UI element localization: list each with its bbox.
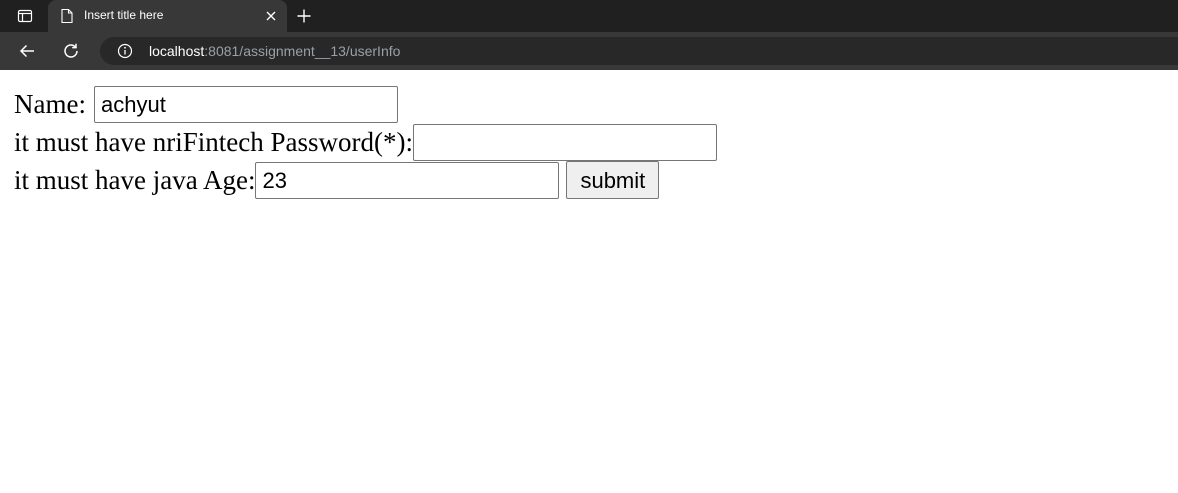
plus-icon[interactable] — [294, 6, 314, 26]
url-text: localhost:8081/assignment__13/userInfo — [149, 43, 400, 59]
password-label: it must have nriFintech Password(*): — [14, 126, 413, 157]
url-host: localhost — [149, 43, 205, 59]
password-row: it must have nriFintech Password(*): — [14, 123, 1178, 161]
back-arrow-icon[interactable] — [17, 41, 37, 61]
password-input[interactable] — [412, 123, 717, 161]
reload-icon[interactable] — [61, 41, 81, 61]
tab-actions-icon[interactable] — [8, 0, 42, 32]
browser-tab-active[interactable]: Insert title here — [48, 0, 287, 32]
age-row: it must have java Age: 23 submit — [14, 161, 1178, 199]
tab-title: Insert title here — [84, 8, 164, 22]
name-input[interactable]: achyut — [93, 85, 398, 123]
page-icon — [60, 8, 74, 29]
browser-tab-bar: Insert title here — [0, 0, 1178, 32]
age-label: it must have java Age: — [14, 164, 256, 195]
url-path: :8081/assignment__13/userInfo — [204, 43, 401, 59]
info-icon[interactable] — [117, 43, 133, 64]
name-label: Name: — [14, 88, 86, 119]
browser-toolbar: localhost:8081/assignment__13/userInfo — [0, 32, 1178, 70]
name-row: Name: achyut — [14, 85, 1178, 123]
address-bar[interactable]: localhost:8081/assignment__13/userInfo — [100, 37, 1178, 65]
close-icon[interactable] — [263, 8, 279, 24]
user-info-form: Name: achyut it must have nriFintech Pas… — [0, 70, 1178, 199]
age-input[interactable]: 23 — [255, 161, 560, 199]
submit-button[interactable]: submit — [566, 161, 660, 199]
